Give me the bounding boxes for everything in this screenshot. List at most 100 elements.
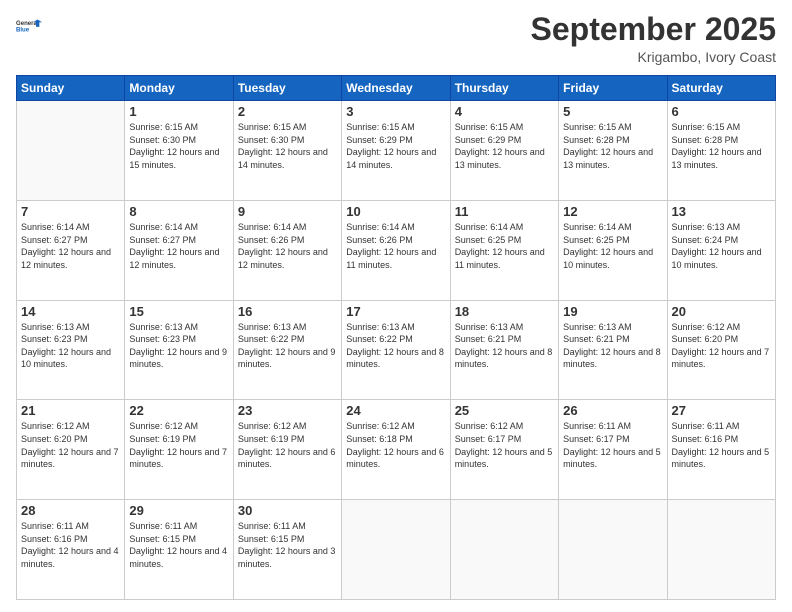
table-row: 15Sunrise: 6:13 AM Sunset: 6:23 PM Dayli… <box>125 300 233 400</box>
day-info: Sunrise: 6:12 AM Sunset: 6:18 PM Dayligh… <box>346 420 445 470</box>
day-number: 5 <box>563 104 662 119</box>
day-info: Sunrise: 6:11 AM Sunset: 6:15 PM Dayligh… <box>238 520 337 570</box>
logo-icon: GeneralBlue <box>16 12 44 40</box>
day-info: Sunrise: 6:14 AM Sunset: 6:26 PM Dayligh… <box>238 221 337 271</box>
day-number: 16 <box>238 304 337 319</box>
week-row-2: 14 Sunrise: 6:13 AM Sunset: 6:23 PM Dayli… <box>17 300 776 400</box>
day-number: 7 <box>21 204 120 219</box>
day-info: Sunrise: 6:13 AM Sunset: 6:22 PM Dayligh… <box>346 321 445 371</box>
day-info: Sunrise: 6:14 AM Sunset: 6:26 PM Dayligh… <box>346 221 445 271</box>
day-info: Sunrise: 6:15 AM Sunset: 6:29 PM Dayligh… <box>346 121 445 171</box>
table-row <box>667 500 775 600</box>
svg-text:Blue: Blue <box>16 28 30 34</box>
day-info: Sunrise: 6:11 AM Sunset: 6:16 PM Dayligh… <box>672 420 771 470</box>
table-row: 30Sunrise: 6:11 AM Sunset: 6:15 PM Dayli… <box>233 500 341 600</box>
day-number: 4 <box>455 104 554 119</box>
day-info: Sunrise: 6:14 AM Sunset: 6:25 PM Dayligh… <box>455 221 554 271</box>
location-subtitle: Krigambo, Ivory Coast <box>531 49 776 65</box>
day-number: 18 <box>455 304 554 319</box>
calendar-table: Sunday Monday Tuesday Wednesday Thursday… <box>16 75 776 600</box>
title-block: September 2025 Krigambo, Ivory Coast <box>531 12 776 65</box>
day-number: 3 <box>346 104 445 119</box>
day-number: 9 <box>238 204 337 219</box>
table-row: 21Sunrise: 6:12 AM Sunset: 6:20 PM Dayli… <box>17 400 125 500</box>
day-number: 21 <box>21 403 120 418</box>
day-number: 25 <box>455 403 554 418</box>
day-info: Sunrise: 6:13 AM Sunset: 6:23 PM Dayligh… <box>21 321 120 371</box>
table-row <box>342 500 450 600</box>
header-wednesday: Wednesday <box>342 76 450 101</box>
header-saturday: Saturday <box>667 76 775 101</box>
page: GeneralBlue September 2025 Krigambo, Ivo… <box>0 0 792 612</box>
day-info: Sunrise: 6:14 AM Sunset: 6:27 PM Dayligh… <box>129 221 228 271</box>
day-number: 26 <box>563 403 662 418</box>
day-info: Sunrise: 6:11 AM Sunset: 6:16 PM Dayligh… <box>21 520 120 570</box>
weekday-header-row: Sunday Monday Tuesday Wednesday Thursday… <box>17 76 776 101</box>
day-info: Sunrise: 6:13 AM Sunset: 6:21 PM Dayligh… <box>563 321 662 371</box>
header-friday: Friday <box>559 76 667 101</box>
day-number: 1 <box>129 104 228 119</box>
logo: GeneralBlue <box>16 12 44 40</box>
day-info: Sunrise: 6:14 AM Sunset: 6:25 PM Dayligh… <box>563 221 662 271</box>
day-number: 15 <box>129 304 228 319</box>
day-number: 22 <box>129 403 228 418</box>
day-info: Sunrise: 6:12 AM Sunset: 6:19 PM Dayligh… <box>129 420 228 470</box>
table-row: 20 Sunrise: 6:12 AM Sunset: 6:20 PM Dayli… <box>667 300 775 400</box>
week-row-4: 28 Sunrise: 6:11 AM Sunset: 6:16 PM Dayli… <box>17 500 776 600</box>
table-row: 28 Sunrise: 6:11 AM Sunset: 6:16 PM Dayli… <box>17 500 125 600</box>
day-info: Sunrise: 6:12 AM Sunset: 6:19 PM Dayligh… <box>238 420 337 470</box>
day-info: Sunrise: 6:12 AM Sunset: 6:20 PM Dayligh… <box>672 321 771 371</box>
table-row: 22 Sunrise: 6:12 AM Sunset: 6:19 PM Dayli… <box>125 400 233 500</box>
day-number: 17 <box>346 304 445 319</box>
table-row: 2 Sunrise: 6:15 AM Sunset: 6:30 PM Daylig… <box>233 101 341 201</box>
table-row: 10Sunrise: 6:14 AM Sunset: 6:26 PM Dayli… <box>342 200 450 300</box>
day-info: Sunrise: 6:15 AM Sunset: 6:29 PM Dayligh… <box>455 121 554 171</box>
week-row-0: 1 Sunrise: 6:15 AM Sunset: 6:30 PM Daylig… <box>17 101 776 201</box>
day-info: Sunrise: 6:15 AM Sunset: 6:30 PM Dayligh… <box>129 121 228 171</box>
header-sunday: Sunday <box>17 76 125 101</box>
table-row: 29 Sunrise: 6:11 AM Sunset: 6:15 PM Dayli… <box>125 500 233 600</box>
day-info: Sunrise: 6:14 AM Sunset: 6:27 PM Dayligh… <box>21 221 120 271</box>
day-info: Sunrise: 6:13 AM Sunset: 6:22 PM Dayligh… <box>238 321 337 371</box>
day-number: 23 <box>238 403 337 418</box>
week-row-1: 7 Sunrise: 6:14 AM Sunset: 6:27 PM Daylig… <box>17 200 776 300</box>
header-monday: Monday <box>125 76 233 101</box>
table-row: 23 Sunrise: 6:12 AM Sunset: 6:19 PM Dayli… <box>233 400 341 500</box>
day-info: Sunrise: 6:11 AM Sunset: 6:17 PM Dayligh… <box>563 420 662 470</box>
day-number: 8 <box>129 204 228 219</box>
day-info: Sunrise: 6:15 AM Sunset: 6:28 PM Dayligh… <box>563 121 662 171</box>
day-number: 27 <box>672 403 771 418</box>
table-row: 7 Sunrise: 6:14 AM Sunset: 6:27 PM Daylig… <box>17 200 125 300</box>
table-row <box>17 101 125 201</box>
table-row <box>450 500 558 600</box>
table-row: 13Sunrise: 6:13 AM Sunset: 6:24 PM Dayli… <box>667 200 775 300</box>
day-number: 13 <box>672 204 771 219</box>
table-row <box>559 500 667 600</box>
table-row: 16 Sunrise: 6:13 AM Sunset: 6:22 PM Dayli… <box>233 300 341 400</box>
table-row: 3 Sunrise: 6:15 AM Sunset: 6:29 PM Daylig… <box>342 101 450 201</box>
table-row: 4 Sunrise: 6:15 AM Sunset: 6:29 PM Daylig… <box>450 101 558 201</box>
day-number: 2 <box>238 104 337 119</box>
table-row: 9 Sunrise: 6:14 AM Sunset: 6:26 PM Daylig… <box>233 200 341 300</box>
day-number: 28 <box>21 503 120 518</box>
header: GeneralBlue September 2025 Krigambo, Ivo… <box>16 12 776 65</box>
header-thursday: Thursday <box>450 76 558 101</box>
table-row: 1 Sunrise: 6:15 AM Sunset: 6:30 PM Daylig… <box>125 101 233 201</box>
table-row: 11Sunrise: 6:14 AM Sunset: 6:25 PM Dayli… <box>450 200 558 300</box>
table-row: 25 Sunrise: 6:12 AM Sunset: 6:17 PM Dayli… <box>450 400 558 500</box>
day-number: 14 <box>21 304 120 319</box>
day-number: 29 <box>129 503 228 518</box>
day-info: Sunrise: 6:15 AM Sunset: 6:28 PM Dayligh… <box>672 121 771 171</box>
table-row: 8 Sunrise: 6:14 AM Sunset: 6:27 PM Daylig… <box>125 200 233 300</box>
table-row: 6 Sunrise: 6:15 AM Sunset: 6:28 PM Daylig… <box>667 101 775 201</box>
day-number: 19 <box>563 304 662 319</box>
table-row: 14 Sunrise: 6:13 AM Sunset: 6:23 PM Dayli… <box>17 300 125 400</box>
day-number: 6 <box>672 104 771 119</box>
week-row-3: 21Sunrise: 6:12 AM Sunset: 6:20 PM Dayli… <box>17 400 776 500</box>
table-row: 18Sunrise: 6:13 AM Sunset: 6:21 PM Dayli… <box>450 300 558 400</box>
day-info: Sunrise: 6:15 AM Sunset: 6:30 PM Dayligh… <box>238 121 337 171</box>
header-tuesday: Tuesday <box>233 76 341 101</box>
day-info: Sunrise: 6:12 AM Sunset: 6:17 PM Dayligh… <box>455 420 554 470</box>
day-info: Sunrise: 6:11 AM Sunset: 6:15 PM Dayligh… <box>129 520 228 570</box>
day-number: 20 <box>672 304 771 319</box>
